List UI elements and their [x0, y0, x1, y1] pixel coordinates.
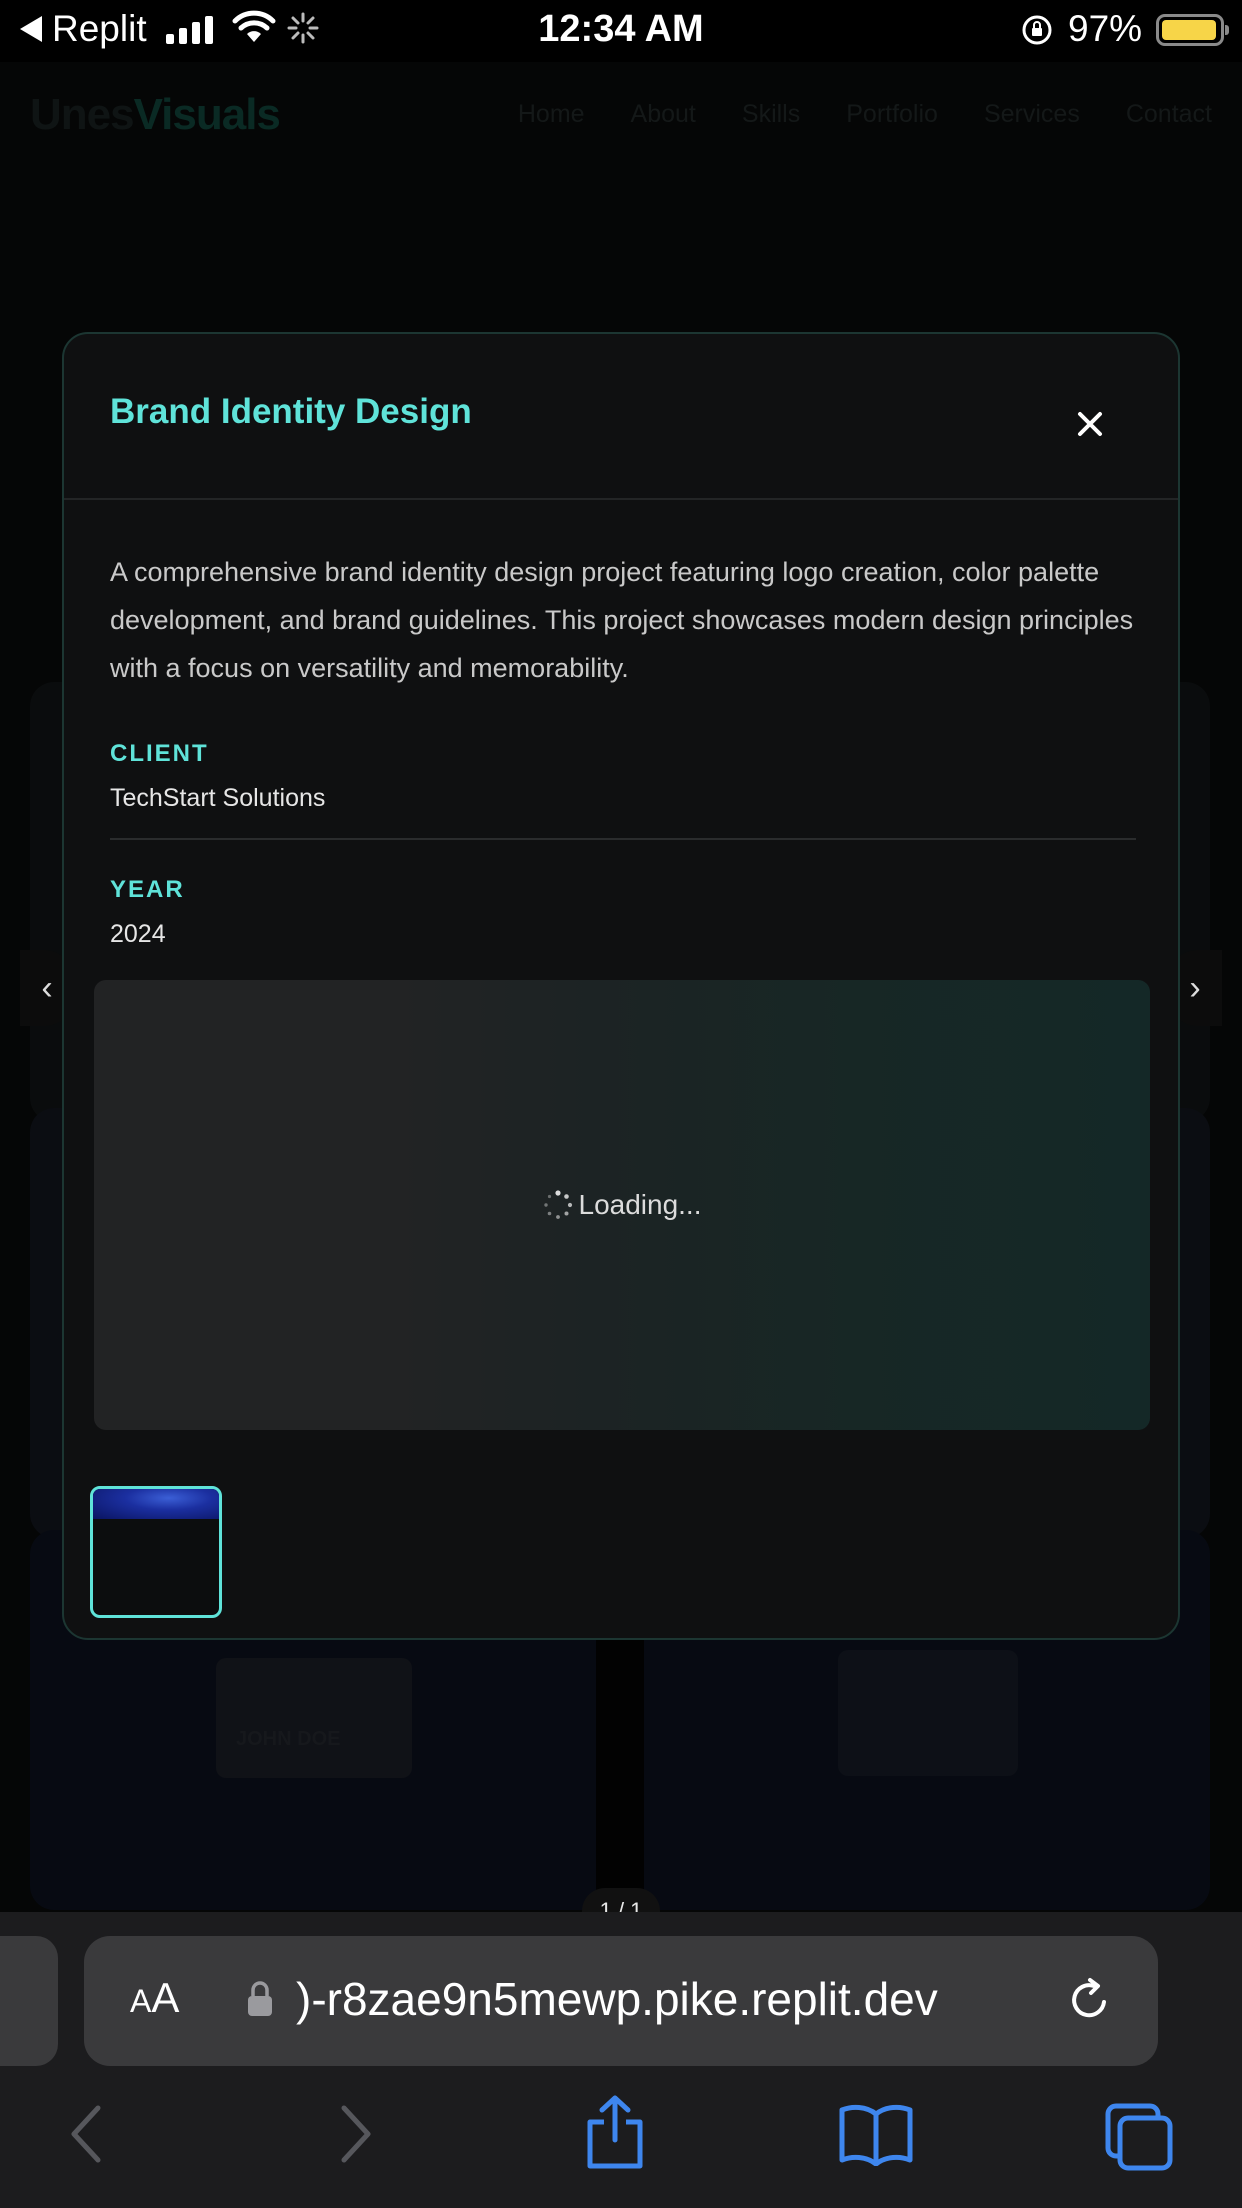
bookmarks-icon[interactable]: [838, 2102, 914, 2166]
loading-text: Loading...: [578, 1189, 702, 1220]
background-card: [838, 1650, 1018, 1776]
divider: [110, 838, 1136, 840]
site-logo: UnesVisuals: [30, 90, 281, 139]
loading-indicator: Loading...: [94, 980, 1150, 1430]
reload-icon[interactable]: [1064, 1974, 1116, 2026]
forward-icon[interactable]: [336, 2102, 376, 2166]
nav-link-skills[interactable]: Skills: [742, 100, 800, 129]
background-divider: [596, 1634, 644, 1904]
year-label: YEAR: [110, 876, 185, 903]
client-value: TechStart Solutions: [110, 784, 326, 812]
site-navbar: UnesVisuals Home About Skills Portfolio Serv…: [0, 62, 1242, 162]
nav-link-about[interactable]: About: [631, 100, 696, 129]
browser-toolbar: [0, 2095, 1242, 2192]
reader-settings-button[interactable]: AA: [130, 1974, 179, 2022]
close-button[interactable]: [1070, 404, 1110, 444]
year-value: 2024: [110, 920, 166, 948]
address-bar[interactable]: AA )-r8zae9n5mewp.pike.replit.dev: [84, 1936, 1158, 2066]
nav-link-services[interactable]: Services: [984, 100, 1080, 129]
modal-header: Brand Identity Design: [64, 334, 1178, 500]
battery-icon: [1156, 14, 1229, 46]
background-card-name: JOHN DOE: [236, 1728, 341, 1750]
close-icon: [1078, 412, 1102, 436]
image-counter: 1 / 1: [582, 1888, 660, 1912]
clock: 12:34 AM: [538, 8, 704, 50]
site-nav-links: Home About Skills Portfolio Services Contact: [518, 100, 1212, 129]
background-card: [216, 1658, 412, 1778]
modal-title: Brand Identity Design: [110, 392, 472, 431]
share-icon[interactable]: [584, 2094, 646, 2170]
nav-link-portfolio[interactable]: Portfolio: [846, 100, 938, 129]
loading-spinner-icon: [543, 1190, 572, 1219]
client-label: CLIENT: [110, 740, 209, 767]
project-modal: Brand Identity Design A comprehensive br…: [62, 332, 1180, 1640]
previous-tab-preview[interactable]: [0, 1936, 58, 2066]
status-bar: Replit 12:34 AM 97%: [0, 0, 1242, 62]
lock-icon: [248, 1981, 272, 2016]
tabs-icon[interactable]: [1104, 2102, 1174, 2172]
back-icon[interactable]: [66, 2102, 106, 2166]
nav-link-contact[interactable]: Contact: [1126, 100, 1212, 129]
nav-link-home[interactable]: Home: [518, 100, 585, 129]
project-description: A comprehensive brand identity design pr…: [110, 557, 1134, 683]
battery-percentage: 97%: [1068, 8, 1143, 49]
thumbnail-image: [93, 1489, 219, 1519]
project-image-viewer: Loading...: [94, 980, 1150, 1430]
browser-bottom-bar: AA )-r8zae9n5mewp.pike.replit.dev: [0, 1912, 1242, 2208]
rotation-lock-icon: [1022, 15, 1052, 45]
url-text: )-r8zae9n5mewp.pike.replit.dev: [296, 1973, 938, 2025]
image-thumbnail[interactable]: [90, 1486, 222, 1618]
